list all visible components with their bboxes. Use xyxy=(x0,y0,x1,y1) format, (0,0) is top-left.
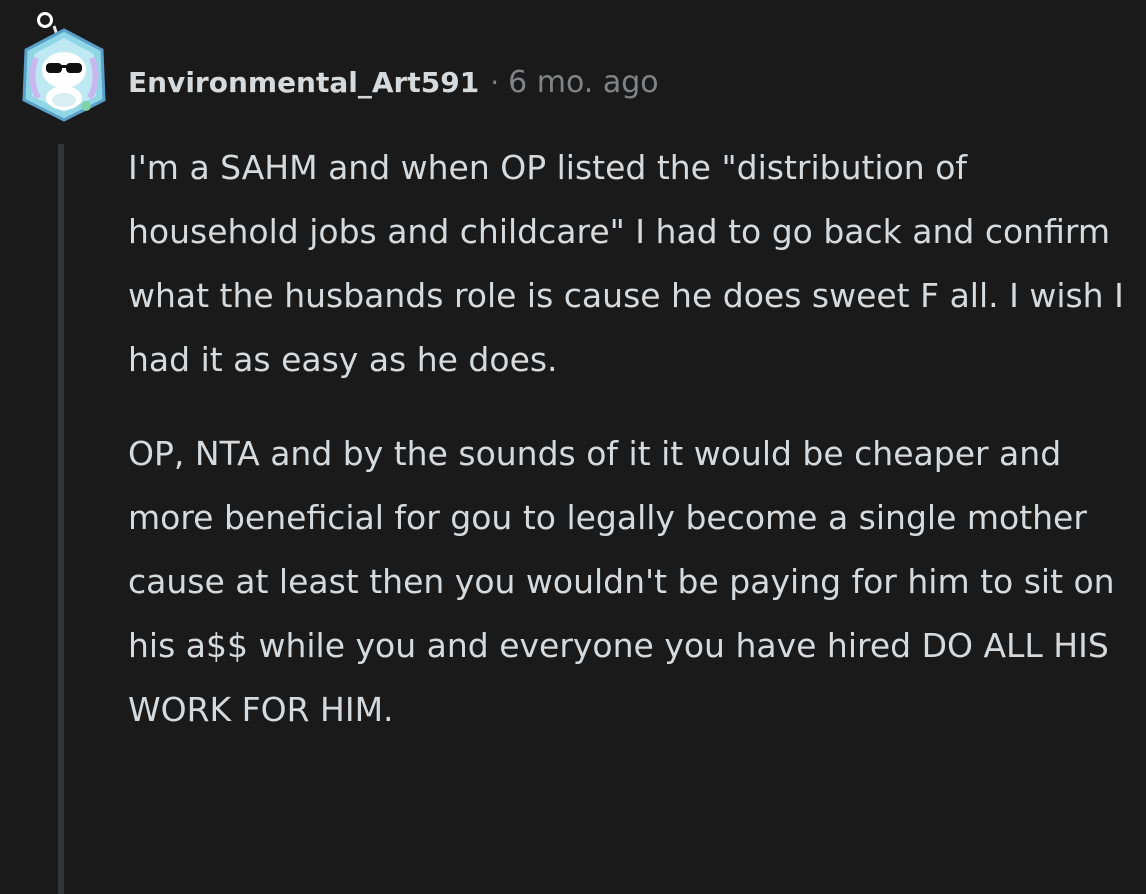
user-avatar-icon[interactable] xyxy=(14,8,114,124)
thread-collapse-line[interactable] xyxy=(58,144,64,894)
snoo-avatar-icon xyxy=(22,12,106,122)
author-username[interactable]: Environmental_Art591 xyxy=(128,66,479,99)
comment: Environmental_Art591 · 6 mo. ago I'm a S… xyxy=(0,0,1146,894)
comment-body: I'm a SAHM and when OP listed the "distr… xyxy=(128,136,1128,742)
meta-separator: · xyxy=(490,65,500,99)
comment-timestamp[interactable]: 6 mo. ago xyxy=(508,65,659,100)
comment-paragraph: I'm a SAHM and when OP listed the "distr… xyxy=(128,148,1124,379)
comment-paragraph: OP, NTA and by the sounds of it it would… xyxy=(128,434,1115,729)
comment-header: Environmental_Art591 · 6 mo. ago xyxy=(128,60,659,104)
